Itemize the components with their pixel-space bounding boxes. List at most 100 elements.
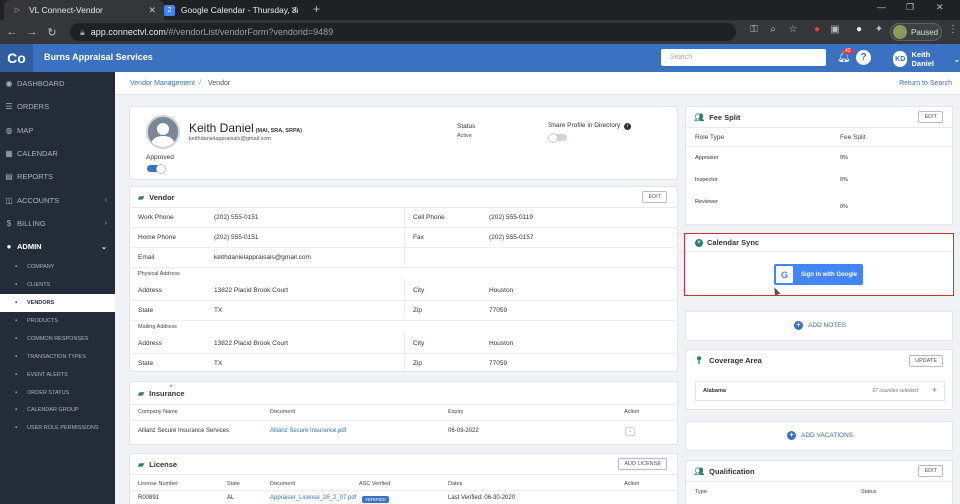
calendar-sync-plus-icon: + (695, 238, 703, 247)
breadcrumb-vendor-management[interactable]: Vendor Management (130, 80, 195, 87)
close-tab-icon[interactable]: ✕ (148, 5, 156, 16)
close-tab-icon[interactable]: ✕ (290, 5, 298, 16)
key-icon[interactable]: ⚿ (747, 24, 761, 35)
sidebar-subitem-event-alerts[interactable]: ▪ EVENT ALERTS (0, 366, 115, 384)
billing-icon: $ (6, 218, 12, 228)
sidebar-subitem-label: COMPANY (27, 264, 55, 271)
insurance-document-link[interactable]: Allianz Secure Insurance.pdf (270, 428, 346, 434)
sidebar-subitem-vendors[interactable]: ▪ VENDORS (0, 294, 115, 313)
extension-icon[interactable]: ▣ (828, 24, 842, 35)
sidebar-subitem-transaction-types[interactable]: ▪ TRANSACTION TYPES (0, 348, 115, 366)
chevron-icon: › (104, 196, 107, 204)
sidebar-item-reports[interactable]: ▤ REPORTS (0, 165, 115, 188)
bookmark-star-icon[interactable]: ☆ (786, 24, 800, 35)
license-document-link[interactable]: Appraiser_License_26_2_07.pdf (270, 495, 356, 501)
qualification-header: 👥︎ Qualification (686, 461, 952, 482)
record-extension-icon[interactable]: ● (810, 24, 824, 35)
sidebar: ◉ DASHBOARD ☰ ORDERS ◍ MAP ▦ CALENDAR ▤ REPORTS ◫ A… (0, 72, 115, 504)
mailing-zip-value: 77059 (489, 360, 508, 367)
insurance-action-dropdown[interactable]: ⌄ (625, 427, 635, 436)
insurance-table-divider (130, 420, 677, 421)
user-menu[interactable]: KD Keith Daniel ⌄ (893, 50, 960, 68)
profile-status: Paused (911, 27, 939, 37)
sidebar-subitem-clients[interactable]: ▪ CLIENTS (0, 276, 115, 294)
sidebar-subitem-order-status[interactable]: ▪ ORDER STATUS (0, 384, 115, 402)
license-icon: ▰ (138, 459, 145, 469)
sidebar-subitem-label: TRANSACTION TYPES (27, 353, 86, 360)
vendor-edit-button[interactable]: EDIT (642, 191, 667, 203)
notes-card: + ADD NOTES (685, 311, 953, 341)
sidebar-item-orders[interactable]: ☰ ORDERS (0, 95, 115, 118)
breadcrumb-current: Vendor (208, 80, 231, 87)
status-label: Status (457, 123, 476, 130)
add-vacations-button[interactable]: + ADD VACATIONS (787, 431, 853, 440)
sidebar-item-calendar[interactable]: ▦ CALENDAR (0, 142, 115, 165)
vendor-card: ▰ Vendor EDIT Work Phone (202) 555-0151 … (129, 186, 678, 372)
sidebar-item-map[interactable]: ◍ MAP (0, 119, 115, 142)
sidebar-subitem-label: COMMON RESPONSES (27, 335, 89, 342)
help-icon[interactable]: ? (856, 50, 871, 65)
license-header-action: Action (624, 481, 640, 487)
search-input[interactable] (661, 49, 826, 66)
coverage-update-button[interactable]: UPDATE (909, 355, 943, 367)
license-header-asc: ASC Verified (359, 481, 391, 487)
sidebar-item-billing[interactable]: $ BILLING › (0, 212, 115, 235)
add-notes-button[interactable]: + ADD NOTES (794, 321, 846, 330)
sidebar-item-dashboard[interactable]: ◉ DASHBOARD (0, 72, 115, 95)
google-logo-icon: G (776, 266, 793, 283)
browser-tab-google-calendar[interactable]: 2 Google Calendar - Thursday, July ✕ (156, 0, 306, 20)
sidebar-subitem-user-role-permissions[interactable]: ▪ USER ROLE PERMISSIONS (0, 419, 115, 437)
fee-split-title: Fee Split (709, 112, 741, 122)
sidebar-subitem-label: USER ROLE PERMISSIONS (27, 425, 99, 432)
approved-toggle[interactable] (147, 163, 166, 174)
coverage-area-title: Coverage Area (709, 356, 762, 365)
insurance-card-title: Insurance (149, 388, 185, 398)
close-window-icon[interactable]: ✕ (936, 2, 944, 13)
mailing-address-heading-row: Mailing Address (130, 321, 677, 334)
share-profile-toggle[interactable] (548, 132, 567, 143)
minimize-icon[interactable]: — (877, 2, 886, 12)
company-name: Burns Appraisal Services (44, 52, 153, 62)
reload-icon[interactable]: ↻ (42, 26, 62, 39)
back-icon[interactable]: ← (2, 26, 22, 38)
vl-favicon-icon: ▷ (14, 7, 21, 14)
forward-icon[interactable]: → (22, 26, 42, 38)
fee-value-appraiser: 0% (840, 155, 848, 161)
sidebar-subitem-products[interactable]: ▪ PRODUCTS (0, 312, 115, 330)
profile-button[interactable]: Paused (890, 23, 942, 41)
share-profile-text: Share Profile in Directory (548, 122, 621, 129)
sidebar-subitem-common-responses[interactable]: ▪ COMMON RESPONSES (0, 330, 115, 348)
sidebar-item-label: DASHBOARD (17, 79, 65, 89)
logo-icon[interactable]: Co (0, 44, 33, 72)
restore-icon[interactable]: ❐ (906, 2, 914, 13)
profile-extension-icon[interactable]: ● (852, 24, 866, 35)
new-tab-button[interactable]: + (313, 2, 320, 16)
info-icon[interactable]: i (624, 123, 632, 130)
calendar-sync-title: Calendar Sync (707, 238, 760, 247)
puzzle-icon[interactable]: ✦ (872, 24, 886, 35)
sidebar-item-admin[interactable]: ● ADMIN ⌄ (0, 235, 115, 258)
vendors-icon: ▪ (15, 300, 18, 307)
sign-in-with-google-button[interactable]: G Sign in with Google (774, 264, 863, 285)
sidebar-item-accounts[interactable]: ◫ ACCOUNTS › (0, 188, 115, 211)
url-field[interactable]: 🔒︎ app.connectvl.com /#/vendorList/vendo… (70, 23, 736, 41)
asc-verified-badge: VERIFIED (362, 496, 389, 503)
clients-icon: ▪ (15, 282, 18, 289)
expand-plus-icon[interactable]: + (932, 385, 937, 395)
return-to-search-link[interactable]: Return to Search (899, 80, 952, 87)
sidebar-subitem-company[interactable]: ▪ COMPANY (0, 258, 115, 276)
add-license-button[interactable]: ADD LICENSE (618, 458, 667, 470)
sidebar-subitem-label: VENDORS (27, 300, 55, 307)
insurance-card: ▰ Insurance • Company Name Document Expi… (129, 381, 678, 445)
address-bar-row: ← → ↻ 🔒︎ app.connectvl.com /#/vendorList… (0, 20, 960, 44)
coverage-state-row[interactable]: Alabama 67 counties selected + (695, 381, 945, 401)
fee-split-header-role: Role Type (695, 134, 725, 141)
menu-kebab-icon[interactable]: ⋮ (946, 24, 960, 35)
zoom-icon[interactable]: ⌕ (766, 24, 780, 35)
fee-split-edit-button[interactable]: EDIT (918, 111, 943, 123)
browser-tab-vl-connect[interactable]: ▷ VL Connect-Vendor ✕ (4, 0, 164, 20)
qualification-edit-button[interactable]: EDIT (918, 465, 943, 477)
insurance-header-company: Company Name (138, 409, 178, 415)
qualification-header-type: Type (695, 489, 707, 495)
sidebar-subitem-calendar-group[interactable]: ▪ CALENDAR GROUP (0, 402, 115, 420)
